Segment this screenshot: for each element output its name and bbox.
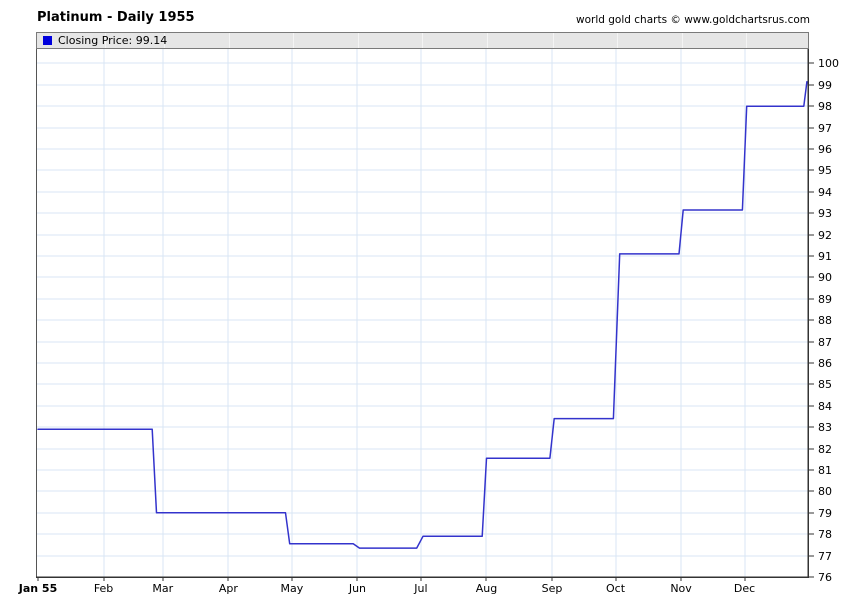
plot-area bbox=[35, 49, 816, 585]
closing-price-line bbox=[37, 81, 808, 549]
y-axis-label: 81 bbox=[818, 464, 832, 477]
x-axis-label: Apr bbox=[218, 582, 238, 595]
y-axis-label: 83 bbox=[818, 421, 832, 435]
legend-item: Closing Price: 99.14 bbox=[43, 33, 167, 48]
y-axis-label: 99 bbox=[818, 78, 832, 92]
y-axis-label: 96 bbox=[818, 143, 832, 156]
legend-label: Closing Price: 99.14 bbox=[58, 34, 168, 47]
legend-bar: Closing Price: 99.14 bbox=[36, 32, 809, 49]
y-axis-label: 90 bbox=[818, 271, 832, 285]
y-axis-label: 84 bbox=[818, 399, 832, 413]
legend-gridline bbox=[553, 33, 554, 48]
y-axis-label: 95 bbox=[818, 164, 832, 178]
x-axis-label: Feb bbox=[93, 582, 114, 595]
legend-gridline bbox=[746, 33, 747, 48]
legend-gridline bbox=[422, 33, 423, 48]
y-axis-label: 93 bbox=[818, 207, 832, 221]
y-axis-label: 85 bbox=[818, 378, 832, 392]
x-axis-label: Jan 55 bbox=[18, 582, 58, 595]
y-axis-label: 97 bbox=[818, 121, 832, 135]
x-axis-label: Oct bbox=[605, 582, 626, 595]
y-axis-label: 76 bbox=[818, 571, 832, 584]
y-axis-label: 87 bbox=[818, 335, 832, 349]
y-axis-label: 89 bbox=[818, 292, 832, 306]
legend-gridline bbox=[682, 33, 683, 48]
y-axis-label: 79 bbox=[818, 506, 832, 520]
x-axis-label: Dec bbox=[733, 582, 756, 595]
legend-gridline bbox=[229, 33, 230, 48]
y-axis-label: 86 bbox=[818, 357, 832, 370]
legend-gridline bbox=[487, 33, 488, 48]
y-axis-label: 98 bbox=[818, 100, 832, 114]
legend-gridline bbox=[293, 33, 294, 48]
price-line-chart bbox=[35, 49, 814, 581]
x-axis-label: Sep bbox=[541, 582, 563, 595]
y-axis-label: 100 bbox=[818, 57, 839, 71]
y-axis-label: 82 bbox=[818, 442, 832, 456]
x-axis-label: Mar bbox=[152, 582, 174, 595]
y-axis-label: 88 bbox=[818, 314, 832, 328]
legend-gridline bbox=[358, 33, 359, 48]
y-axis-label: 80 bbox=[818, 485, 832, 499]
x-axis-label: Aug bbox=[475, 582, 498, 595]
x-axis-label: May bbox=[280, 582, 304, 595]
chart-area: Closing Price: 99.14 76 77 78 79 80 81 82 83 84 8… bbox=[19, 32, 850, 602]
y-axis-label: 92 bbox=[818, 228, 832, 242]
x-axis-label: Jul bbox=[414, 582, 428, 595]
credit-text: world gold charts © www.goldchartsrus.co… bbox=[576, 14, 810, 26]
x-axis-label: Jun bbox=[348, 582, 367, 595]
legend-swatch-icon bbox=[43, 36, 52, 45]
y-axis-label: 94 bbox=[818, 185, 832, 199]
y-axis-label: 91 bbox=[818, 250, 832, 263]
x-axis-label: Nov bbox=[670, 582, 692, 595]
y-axis-label: 78 bbox=[818, 528, 832, 542]
chart-title: Platinum - Daily 1955 bbox=[37, 10, 195, 25]
y-axis-label: 77 bbox=[818, 549, 832, 563]
legend-gridline bbox=[617, 33, 618, 48]
